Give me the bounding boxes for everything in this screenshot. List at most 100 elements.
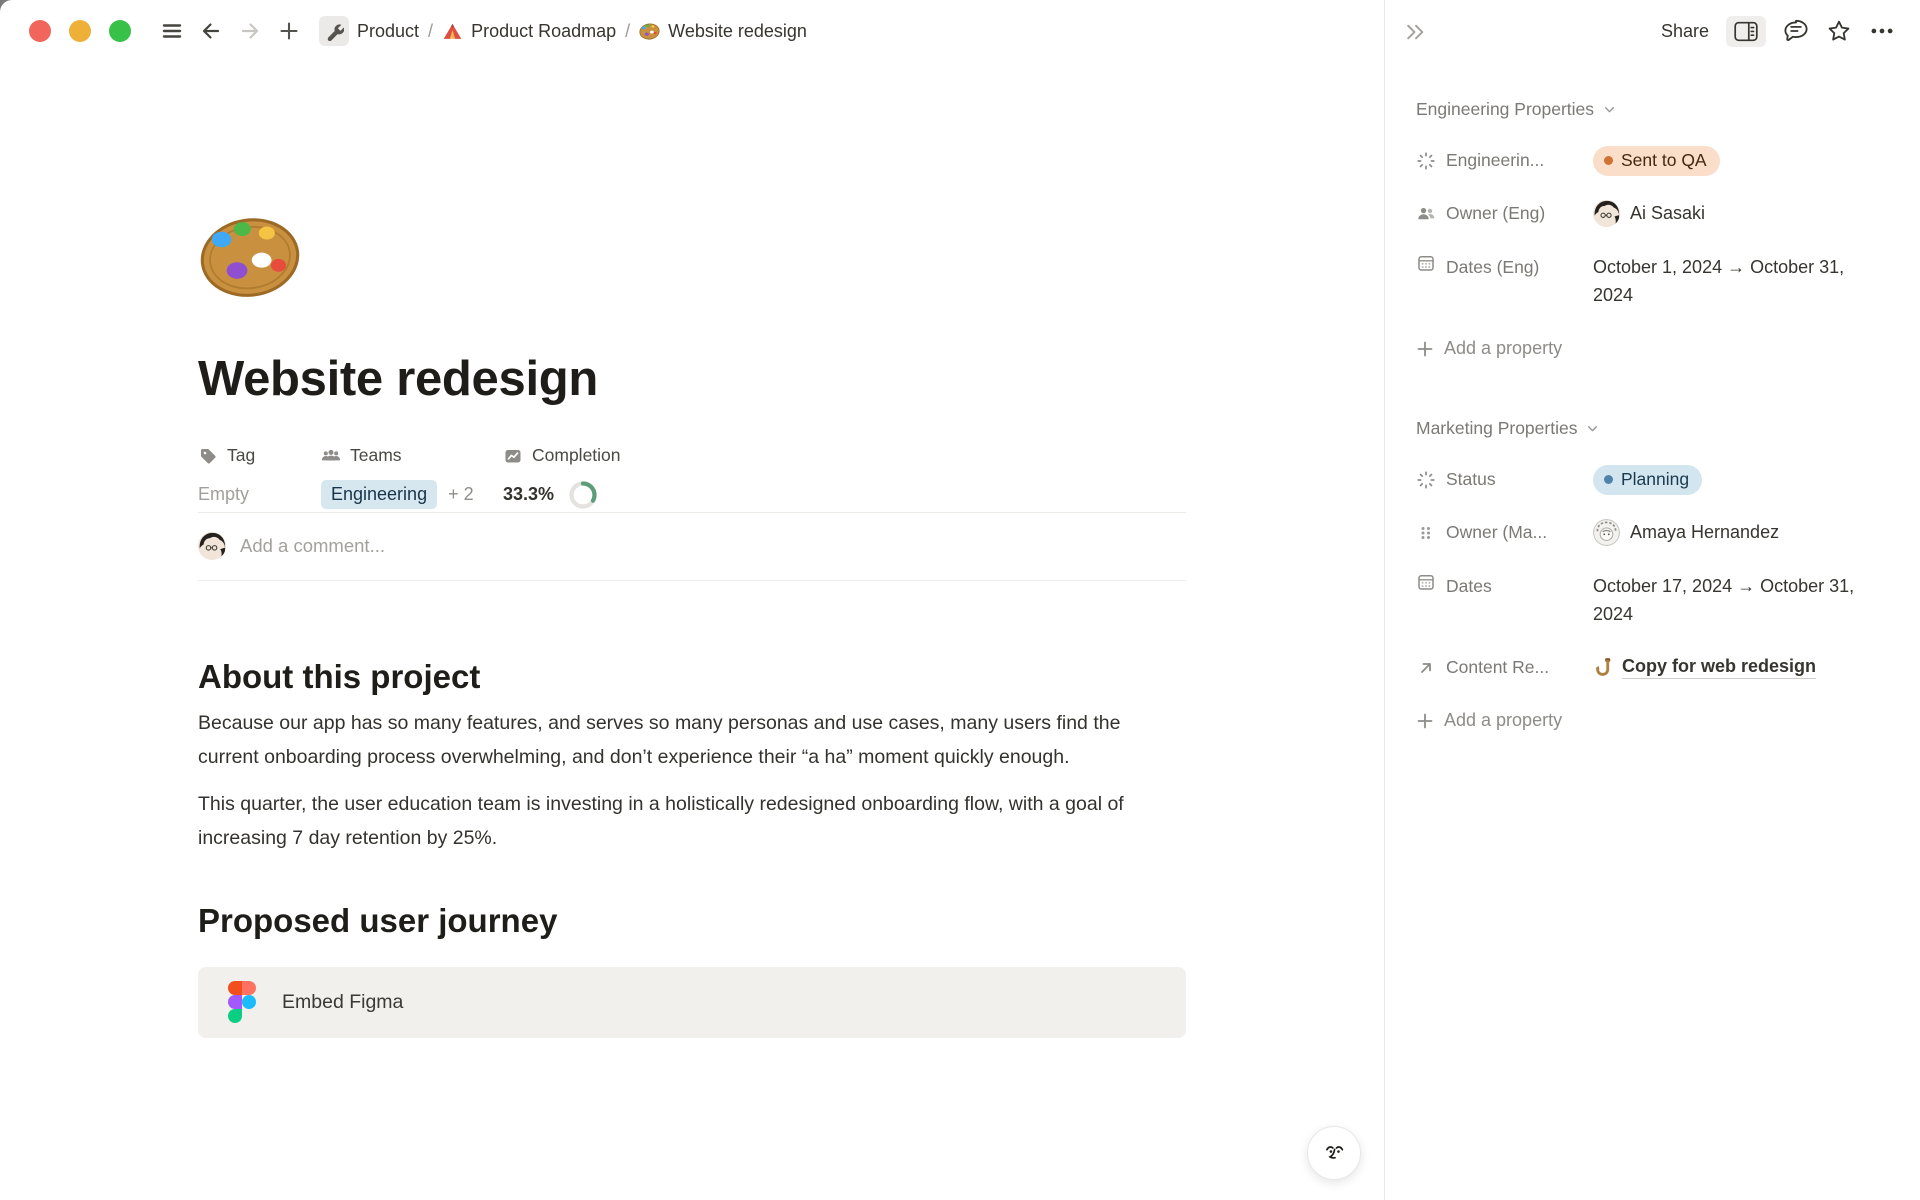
property-row-owner-marketing[interactable]: Owner (Ma... Amaya Hernandez [1416,506,1896,559]
add-property-button-marketing[interactable]: Add a property [1416,694,1896,747]
side-panel-toggle-button[interactable] [1726,16,1766,47]
comment-bubble-icon [1783,19,1809,43]
forward-button[interactable] [233,14,267,48]
figma-embed-placeholder[interactable]: Embed Figma [198,967,1186,1038]
breadcrumb-separator: / [428,21,433,42]
panel-toggle-icon [1734,21,1758,42]
heading-journey[interactable]: Proposed user journey [198,902,1186,940]
marketing-properties-header[interactable]: Marketing Properties [1416,417,1896,439]
teams-more-count: + 2 [448,484,474,505]
page-body: About this project Because our app has s… [198,658,1186,1038]
plus-icon [278,20,300,42]
date-range: October 17, 2024 → October 31, 2024 [1593,572,1871,628]
figma-logo-icon [228,981,256,1023]
breadcrumb-label: Product Roadmap [471,21,616,42]
teams-icon [321,446,341,466]
people-icon [1416,204,1436,224]
plus-icon [1416,712,1434,730]
double-chevron-right-icon [1404,20,1427,43]
topbar-actions: Share [1661,16,1895,47]
teams-tag-engineering[interactable]: Engineering [321,480,437,509]
paragraph[interactable]: Because our app has so many features, an… [198,706,1186,774]
star-icon [1826,18,1852,44]
breadcrumb-item-website-redesign[interactable]: Website redesign [639,21,807,42]
person-name: Ai Sasaki [1630,203,1705,224]
calendar-icon [1416,253,1436,273]
drag-dots-icon [1416,523,1436,543]
comment-composer [198,513,1186,580]
breadcrumb-item-product-roadmap[interactable]: Product Roadmap [442,21,616,42]
property-row-dates[interactable]: Dates October 17, 2024 → October 31, 202… [1416,559,1896,641]
completion-percent: 33.3% [503,484,554,505]
breadcrumb-label: Website redesign [668,21,807,42]
page-content: Website redesign Tag Empty Teams Enginee… [198,211,1186,1038]
share-button[interactable]: Share [1661,21,1709,42]
avatar-amaya-hernandez [1593,519,1620,546]
window-controls [29,20,131,42]
collapse-sidebar-button[interactable] [1399,15,1431,47]
minimize-window-button[interactable] [69,20,91,42]
calendar-icon [1416,572,1436,592]
chevron-down-icon [1584,420,1601,437]
page-title[interactable]: Website redesign [198,351,1186,409]
window-toolbar: Product / Product Roadmap / Website rede… [0,0,1384,62]
page-icon-palette[interactable] [198,211,302,299]
status-pill-sent-to-qa[interactable]: Sent to QA [1593,146,1720,176]
zoom-window-button[interactable] [109,20,131,42]
status-pill-planning[interactable]: Planning [1593,465,1702,495]
relation-link-label: Copy for web redesign [1622,656,1816,679]
property-row-engineering-status[interactable]: Engineerin... Sent to QA [1416,134,1896,187]
back-button[interactable] [194,14,228,48]
paragraph[interactable]: This quarter, the user education team is… [198,787,1186,855]
add-comment-input[interactable] [240,535,1186,557]
forward-arrow-icon [239,20,261,42]
right-sidebar: Share Engineering Properties Engineerin.… [1384,0,1920,1200]
comments-button[interactable] [1783,19,1809,43]
property-tag-label[interactable]: Tag [198,443,321,469]
breadcrumb: Product / Product Roadmap / Website rede… [319,16,807,46]
sidebar-toolbar: Share [1385,0,1920,62]
breadcrumb-label: Product [357,21,419,42]
tent-icon [442,21,463,42]
engineering-properties-header[interactable]: Engineering Properties [1416,98,1896,120]
inline-properties: Tag Empty Teams Engineering + 2 [198,443,1186,512]
chart-icon [503,446,523,466]
property-row-owner-eng[interactable]: Owner (Eng) Ai Sasaki [1416,187,1896,240]
person-chip: Ai Sasaki [1593,200,1705,227]
property-completion-label[interactable]: Completion [503,443,621,469]
property-row-status[interactable]: Status Planning [1416,453,1896,506]
notion-ai-button[interactable] [1307,1126,1361,1180]
main-area: Product / Product Roadmap / Website rede… [0,0,1384,1200]
heading-about[interactable]: About this project [198,658,1186,696]
status-burst-icon [1416,470,1436,490]
relation-link[interactable]: Copy for web redesign [1593,656,1816,679]
property-teams-value[interactable]: Engineering + 2 [321,478,503,512]
new-page-button[interactable] [272,14,306,48]
status-dot [1604,475,1613,484]
add-property-button-engineering[interactable]: Add a property [1416,322,1896,375]
property-teams: Teams Engineering + 2 [321,443,503,512]
tag-icon [198,446,218,466]
properties-panel: Engineering Properties Engineerin... Sen… [1385,62,1920,747]
sidebar-menu-button[interactable] [155,14,189,48]
hamburger-icon [161,20,183,42]
person-chip: Amaya Hernandez [1593,519,1779,546]
property-teams-label[interactable]: Teams [321,443,503,469]
plus-icon [1416,340,1434,358]
more-options-button[interactable] [1869,18,1895,44]
status-burst-icon [1416,151,1436,171]
breadcrumb-separator: / [625,21,630,42]
property-completion-value[interactable]: 33.3% [503,478,621,512]
back-arrow-icon [200,20,222,42]
divider [198,580,1186,581]
figma-embed-label: Embed Figma [282,991,403,1014]
property-row-content-relation[interactable]: Content Re... Copy for web redesign [1416,641,1896,694]
progress-ring [568,480,598,510]
close-window-button[interactable] [29,20,51,42]
favorite-button[interactable] [1826,18,1852,44]
property-tag-value[interactable]: Empty [198,478,321,512]
property-row-dates-eng[interactable]: Dates (Eng) October 1, 2024 → October 31… [1416,240,1896,322]
person-name: Amaya Hernandez [1630,522,1779,543]
breadcrumb-item-product[interactable]: Product [319,16,419,46]
chevron-down-icon [1601,101,1618,118]
